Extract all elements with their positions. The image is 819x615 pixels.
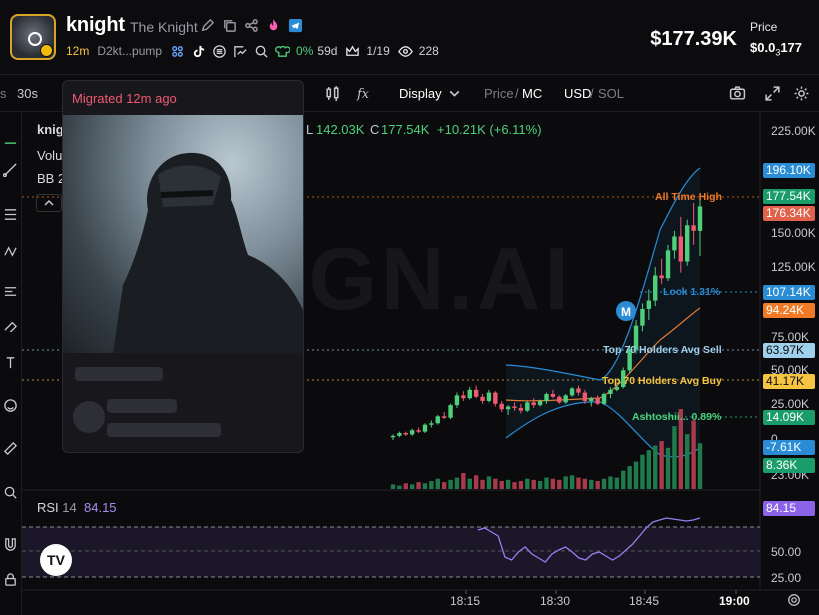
- token-header: knight The Knight 12m D2kt...pump 0% 59d…: [0, 0, 819, 75]
- share-icon[interactable]: [244, 18, 259, 33]
- telegram-icon[interactable]: [288, 18, 303, 33]
- price-tag-volume: 8.36K: [763, 458, 815, 473]
- migrated-status: Migrated 12m ago: [72, 91, 177, 106]
- skeleton-line: [107, 423, 221, 437]
- mode-separator: /: [515, 86, 519, 101]
- ashtoshii-label: Ashtoshii... 0.89%: [632, 411, 722, 423]
- currency-separator: /: [590, 86, 594, 101]
- ohlc-change: +10.21K (+6.11%): [437, 122, 542, 137]
- edit-icon[interactable]: [200, 18, 215, 33]
- market-cap-value: $177.39K: [650, 28, 737, 50]
- price-tag-bb-basis: 94.24K: [763, 303, 815, 318]
- price-tag-bb-upper: 196.10K: [763, 163, 815, 178]
- lock-label: Lock 1.31%: [663, 286, 721, 298]
- legend-volume: Volu: [37, 148, 63, 163]
- usd-toggle[interactable]: USD: [564, 86, 591, 101]
- ohlc-low-label: L: [306, 122, 314, 137]
- price-label: Price: [750, 20, 778, 34]
- flame-icon[interactable]: [266, 18, 281, 33]
- dev-holding-age: 59d: [317, 44, 338, 58]
- holders-network-icon[interactable]: [170, 44, 185, 59]
- rsi-label: RSI 14: [37, 500, 77, 515]
- price-tick: 225.00K: [771, 124, 816, 138]
- tradingview-logo: TV: [40, 544, 72, 576]
- interval-30s[interactable]: 30s: [17, 86, 38, 101]
- watchers-count: 228: [418, 44, 439, 58]
- chef-hat-icon: [275, 44, 291, 59]
- dev-holding-pct: 0%: [296, 44, 314, 58]
- price-tag-bb-lower: -7.61K: [763, 440, 815, 455]
- chart-edit-icon[interactable]: [233, 44, 248, 59]
- time-tick: 18:15: [450, 594, 481, 608]
- search-icon: [28, 32, 42, 46]
- app-window: knight The Knight 12m D2kt...pump 0% 59d…: [0, 0, 819, 615]
- time-tick: 18:30: [540, 594, 571, 608]
- token-address[interactable]: D2kt...pump: [97, 44, 162, 58]
- svg-text:fx: fx: [356, 87, 369, 102]
- watermark: IGN.AI: [280, 229, 573, 328]
- price-tag-ashtoshii: 14.09K: [763, 410, 815, 425]
- crown-icon: [345, 44, 360, 59]
- skeleton-line: [75, 367, 163, 381]
- copy-icon[interactable]: [222, 18, 237, 33]
- price-tag-ath: 176.34K: [763, 206, 815, 221]
- drawing-tools-rail: [0, 112, 22, 615]
- rsi-tick: 50.00: [771, 545, 802, 559]
- display-dropdown[interactable]: Display: [399, 86, 442, 101]
- price-value: $0.03177: [750, 40, 803, 58]
- top70-buy-label: Top 70 Holders Avg Buy: [602, 375, 722, 387]
- sol-toggle[interactable]: SOL: [598, 86, 624, 101]
- interval-partial[interactable]: s: [0, 86, 7, 101]
- search-icon[interactable]: [254, 44, 269, 59]
- knight-portrait: [113, 152, 303, 353]
- price-tick: 125.00K: [771, 260, 816, 274]
- skeleton-line: [107, 399, 177, 413]
- chevron-up-icon: [44, 199, 54, 206]
- price-tag-avg-buy: 41.17K: [763, 374, 815, 389]
- token-name: The Knight: [130, 19, 198, 35]
- mc-mode-toggle[interactable]: MC: [522, 86, 542, 101]
- price-tick: 75.00K: [771, 330, 810, 344]
- ath-label: All Time High: [655, 191, 722, 203]
- time-tick: 19:00: [719, 594, 750, 608]
- migration-popup-card[interactable]: Migrated 12m ago: [62, 80, 304, 453]
- top-holders-count: 1/19: [366, 44, 390, 58]
- legend-bb: BB 2: [37, 171, 66, 186]
- top70-sell-label: Top 70 Holders Avg Sell: [603, 344, 722, 356]
- ohlc-close-value: 177.54K: [381, 122, 430, 137]
- tiktok-icon[interactable]: [191, 44, 206, 59]
- rsi-tick: 25.00: [771, 571, 802, 585]
- platform-badge-icon: [40, 44, 53, 57]
- price-tag-avg-sell: 63.97K: [763, 343, 815, 358]
- ohlc-close-label: C: [370, 122, 380, 137]
- list-icon[interactable]: [212, 44, 227, 59]
- token-image: [63, 115, 303, 353]
- token-avatar[interactable]: [10, 14, 56, 60]
- rsi-value: 84.15: [84, 500, 117, 515]
- skeleton-avatar: [73, 401, 105, 433]
- legend-collapse-button[interactable]: [36, 194, 62, 212]
- price-tick: 150.00K: [771, 226, 816, 240]
- eye-icon: [397, 44, 413, 59]
- price-tag-close: 177.54K: [763, 189, 815, 204]
- price-tag-rsi: 84.15: [763, 501, 815, 516]
- time-tick: 18:45: [629, 594, 660, 608]
- token-age: 12m: [66, 44, 90, 58]
- token-symbol: knight: [66, 14, 125, 36]
- price-tag-lock: 107.14K: [763, 285, 815, 300]
- price-tick: 25.00K: [771, 397, 810, 411]
- ohlc-low-value: 142.03K: [316, 122, 365, 137]
- legend-symbol: knig: [37, 122, 64, 137]
- price-mode-toggle[interactable]: Price: [484, 86, 514, 101]
